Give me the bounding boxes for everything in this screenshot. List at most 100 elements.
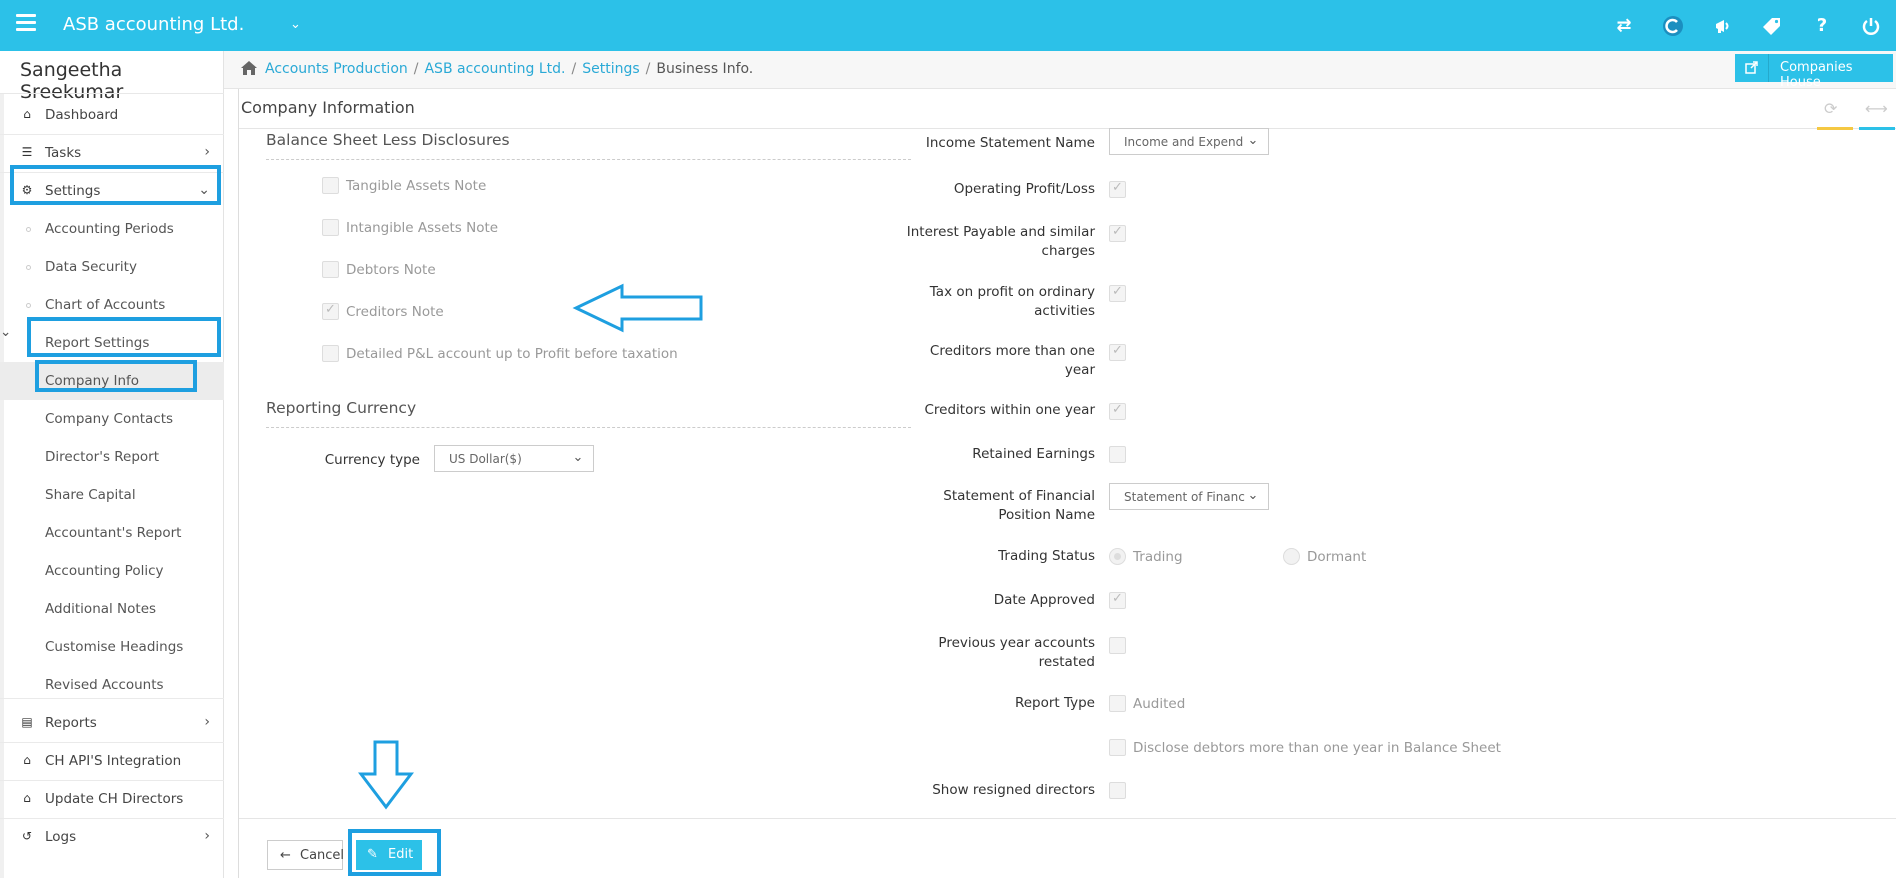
cancel-button[interactable]: ← Cancel: [267, 840, 344, 870]
sidebar-item-dashboard[interactable]: ⌂ Dashboard: [0, 96, 224, 134]
home-icon[interactable]: [240, 60, 258, 76]
sidebar-item-label: Accounting Periods: [45, 221, 174, 237]
date-approved-label: Date Approved: [993, 592, 1095, 608]
retained-earnings-checkbox[interactable]: [1109, 446, 1126, 463]
previous-year-restated-label: Previous year accounts restated: [860, 634, 1095, 672]
disclose-debtors-checkbox[interactable]: [1109, 739, 1126, 756]
income-statement-select[interactable]: Income and Expend ⌄: [1109, 128, 1269, 155]
dormant-radio[interactable]: [1283, 548, 1300, 565]
sidebar-item-label: Accountant's Report: [45, 525, 182, 541]
divider: [266, 427, 911, 428]
date-approved-checkbox[interactable]: [1109, 591, 1126, 609]
label-line: Previous year accounts: [938, 635, 1095, 651]
sidebar-item-reports[interactable]: ▤ Reports ›: [0, 704, 224, 742]
bullet-icon: [26, 265, 31, 270]
select-value: Statement of Financ: [1124, 490, 1245, 504]
tangible-assets-checkbox[interactable]: [322, 177, 339, 194]
breadcrumb-separator: /: [413, 61, 419, 77]
checkbox-label: Creditors Note: [346, 304, 444, 320]
creditors-note-checkbox[interactable]: [322, 302, 339, 320]
transfer-icon[interactable]: ⇄: [1611, 13, 1637, 39]
trading-radio[interactable]: [1109, 548, 1126, 565]
sidebar-item-additional-notes[interactable]: Additional Notes: [0, 590, 224, 628]
megaphone-icon[interactable]: [1710, 13, 1736, 39]
home-icon: ⌂: [23, 753, 31, 767]
debtors-note-checkbox[interactable]: [322, 261, 339, 278]
label-line: Tax on profit on ordinary: [929, 284, 1095, 300]
sidebar-item-label: Data Security: [45, 259, 137, 275]
sidebar-item-update-ch-directors[interactable]: ⌂ Update CH Directors: [0, 780, 224, 818]
c-logo-icon[interactable]: [1660, 13, 1686, 39]
creditors-more-checkbox[interactable]: [1109, 343, 1126, 361]
label-line: Statement of Financial: [943, 488, 1095, 504]
sidebar-item-label: Additional Notes: [45, 601, 157, 617]
sidebar-item-label: Customise Headings: [45, 639, 184, 655]
previous-year-restated-checkbox[interactable]: [1109, 637, 1126, 654]
label-line: activities: [1034, 303, 1095, 319]
expand-icon[interactable]: ⟷: [1865, 99, 1888, 118]
chevron-right-icon: ›: [204, 144, 210, 160]
tag-icon[interactable]: [1759, 13, 1785, 39]
sidebar-item-customise-headings[interactable]: Customise Headings: [0, 628, 224, 666]
refresh-icon[interactable]: ⟳: [1824, 99, 1837, 118]
breadcrumb-company[interactable]: ASB accounting Ltd.: [424, 61, 565, 77]
creditors-more-label: Creditors more than one year: [860, 342, 1095, 380]
companies-house-button[interactable]: Companies House: [1735, 54, 1893, 90]
operating-profit-checkbox[interactable]: [1109, 180, 1126, 198]
interest-payable-checkbox[interactable]: [1109, 224, 1126, 242]
trading-status-label: Trading Status: [998, 548, 1095, 564]
sidebar-item-label: Chart of Accounts: [45, 297, 166, 313]
bullet-icon: [26, 227, 31, 232]
sidebar-item-ch-api[interactable]: ⌂ CH API'S Integration: [0, 742, 224, 780]
external-link-icon: [1735, 54, 1769, 82]
sidebar-item-company-contacts[interactable]: Company Contacts: [0, 400, 224, 438]
show-resigned-directors-checkbox[interactable]: [1109, 782, 1126, 799]
sidebar-item-data-security[interactable]: Data Security: [0, 248, 224, 286]
top-navbar: ASB accounting Ltd. ⌄ ⇄ ?: [0, 0, 1896, 51]
radio-label: Dormant: [1307, 549, 1367, 565]
sidebar-item-directors-report[interactable]: Director's Report: [0, 438, 224, 476]
highlight-box-report-settings: [27, 317, 221, 357]
chevron-down-icon[interactable]: ⌄: [290, 17, 301, 32]
sidebar-item-label: Company Contacts: [45, 411, 174, 427]
label-line: Interest Payable and similar: [906, 224, 1095, 240]
document-icon: ▤: [21, 715, 33, 729]
help-icon[interactable]: ?: [1809, 13, 1835, 39]
companies-house-label: Companies House: [1780, 60, 1853, 90]
select-value: US Dollar($): [449, 452, 522, 466]
divider: [0, 698, 224, 699]
chevron-down-icon: ⌄: [1246, 488, 1260, 504]
annotation-arrow-down-icon: [358, 740, 414, 810]
sidebar-item-accounting-periods[interactable]: Accounting Periods: [0, 210, 224, 248]
checkbox-label: Tangible Assets Note: [346, 178, 487, 194]
checkbox-label: Intangible Assets Note: [346, 220, 499, 236]
company-switcher-label[interactable]: ASB accounting Ltd.: [63, 14, 244, 35]
creditors-within-checkbox[interactable]: [1109, 402, 1126, 420]
audited-checkbox[interactable]: [1109, 695, 1126, 712]
breadcrumb-current: Business Info.: [656, 61, 754, 77]
detailed-pl-checkbox[interactable]: [322, 345, 339, 362]
power-icon[interactable]: [1858, 13, 1884, 39]
breadcrumb-settings[interactable]: Settings: [582, 61, 639, 77]
retained-earnings-label: Retained Earnings: [972, 446, 1095, 462]
sofp-name-select[interactable]: Statement of Financ ⌄: [1109, 483, 1269, 510]
currency-type-select[interactable]: US Dollar($) ⌄: [434, 445, 594, 472]
show-resigned-directors-label: Show resigned directors: [932, 782, 1095, 798]
hamburger-menu-icon[interactable]: [16, 14, 36, 34]
sidebar-item-accountants-report[interactable]: Accountant's Report: [0, 514, 224, 552]
arrow-left-icon: ←: [280, 848, 291, 863]
sidebar-item-share-capital[interactable]: Share Capital: [0, 476, 224, 514]
breadcrumb-accounts-production[interactable]: Accounts Production: [265, 61, 408, 77]
label-line: restated: [1038, 654, 1095, 670]
label-line: charges: [1041, 243, 1095, 259]
section-title-reporting-currency: Reporting Currency: [266, 399, 417, 417]
sidebar-item-logs[interactable]: ↺ Logs ›: [0, 818, 224, 856]
tax-on-profit-checkbox[interactable]: [1109, 284, 1126, 302]
checkbox-label: Audited: [1133, 696, 1186, 712]
radio-label: Trading: [1133, 549, 1183, 565]
history-icon: ↺: [21, 829, 33, 843]
sidebar-item-accounting-policy[interactable]: Accounting Policy: [0, 552, 224, 590]
footer-divider: [239, 818, 1896, 819]
refresh-indicator: [1817, 127, 1853, 130]
intangible-assets-checkbox[interactable]: [322, 219, 339, 236]
